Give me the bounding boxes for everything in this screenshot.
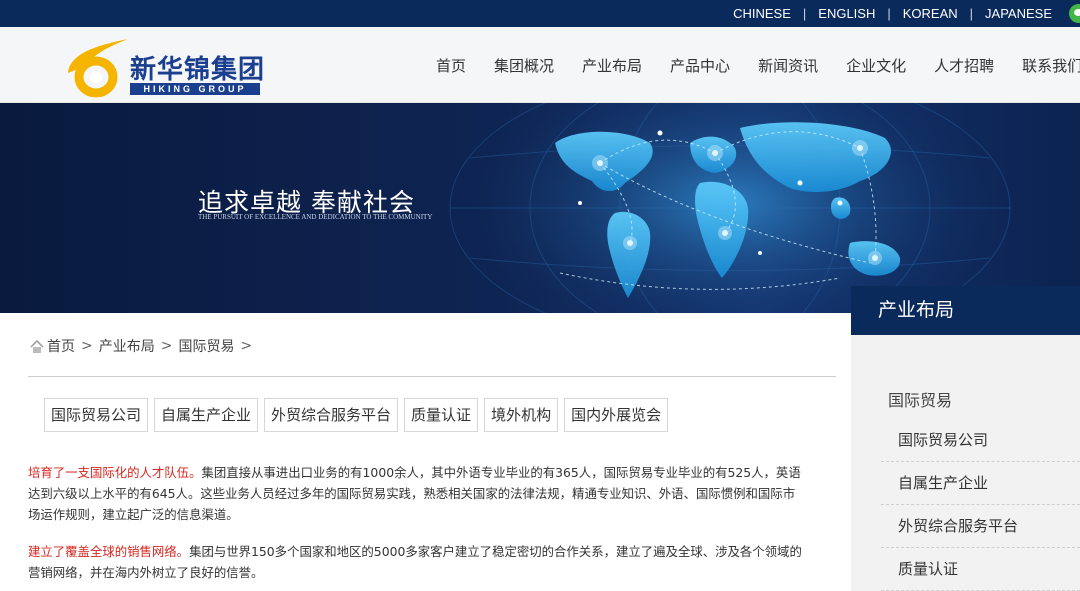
logo-mark-icon [68,39,128,98]
banner-slogan-sub: THE PURSUIT OF EXCELLENCE AND DEDICATION… [198,213,433,221]
lang-korean[interactable]: KOREAN [903,6,958,21]
breadcrumb: 首页 > 产业布局 > 国际贸易 > [30,336,258,356]
hero-banner: 追求卓越 奉献社会 THE PURSUIT OF EXCELLENCE AND … [0,103,1080,313]
sidebar-link-quality[interactable]: 质量认证 [881,548,1080,591]
sidebar-title: 产业布局 [851,286,1080,335]
breadcrumb-separator: > [240,338,253,354]
tab-trade-company[interactable]: 国际贸易公司 [44,398,149,432]
wechat-icon[interactable] [1069,4,1080,23]
world-map-illustration [440,103,1020,313]
language-switcher: CHINESE | ENGLISH | KOREAN | JAPANESE [733,6,1052,21]
site-header: 新华锦集团 HIKING GROUP 首页 集团概况 产业布局 产品中心 新闻资… [0,27,1080,103]
nav-news[interactable]: 新闻资讯 [758,55,818,76]
nav-overview[interactable]: 集团概况 [494,55,554,76]
brand-name-en: HIKING GROUP [130,83,260,95]
breadcrumb-separator: > [81,338,93,354]
logo[interactable]: 新华锦集团 HIKING GROUP [58,35,268,99]
content-paragraph-talent: 培育了一支国际化的人才队伍。集团直接从事进出口业务的有1000余人，其中外语专业… [28,462,838,525]
breadcrumb-home[interactable]: 首页 [47,336,75,356]
sidebar: 产业布局 国际贸易 国际贸易公司 自属生产企业 外贸综合服务平台 质量认证 [851,286,1080,591]
main-nav: 首页 集团概况 产业布局 产品中心 新闻资讯 企业文化 人才招聘 联系我们 [436,27,1080,103]
lang-chinese[interactable]: CHINESE [733,6,791,21]
highlight-talent: 培育了一支国际化的人才队伍。 [28,465,202,480]
nav-home[interactable]: 首页 [436,55,466,76]
breadcrumb-trade[interactable]: 国际贸易 [178,336,234,356]
paragraph-text: 营销网络，并在海内外树立了良好的信誉。 [28,565,264,580]
paragraph-text: 集团与世界150多个国家和地区的5000多家客户建立了稳定密切的合作关系，建立了… [189,544,802,559]
tab-quality[interactable]: 质量认证 [404,398,479,432]
nav-industry[interactable]: 产业布局 [582,55,642,76]
sidebar-link-service-platform[interactable]: 外贸综合服务平台 [881,505,1080,548]
paragraph-text: 集团直接从事进出口业务的有1000余人，其中外语专业毕业的有365人，国际贸易专… [201,465,801,480]
lang-japanese[interactable]: JAPANESE [985,6,1052,21]
tab-service-platform[interactable]: 外贸综合服务平台 [264,398,399,432]
paragraph-text: 达到六级以上水平的有645人。这些业务人员经过多年的国际贸易实践，熟悉相关国家的… [28,486,796,501]
language-bar: CHINESE | ENGLISH | KOREAN | JAPANESE [0,0,1080,27]
page: { "languages": ["CHINESE", "ENGLISH", "K… [0,0,1080,591]
sidebar-link-own-factories[interactable]: 自属生产企业 [881,462,1080,505]
nav-careers[interactable]: 人才招聘 [934,55,994,76]
brand-name-cn: 新华锦集团 [130,55,266,85]
highlight-network: 建立了覆盖全球的销售网络。 [28,544,190,559]
nav-contact[interactable]: 联系我们 [1022,55,1080,76]
sub-tabs: 国际贸易公司 自属生产企业 外贸综合服务平台 质量认证 境外机构 国内外展览会 [44,398,674,432]
tab-own-factories[interactable]: 自属生产企业 [154,398,259,432]
sidebar-subtitle[interactable]: 国际贸易 [888,387,952,411]
tab-overseas[interactable]: 境外机构 [484,398,559,432]
breadcrumb-industry[interactable]: 产业布局 [99,336,155,356]
sidebar-link-trade-company[interactable]: 国际贸易公司 [881,419,1080,462]
content-paragraph-network: 建立了覆盖全球的销售网络。集团与世界150多个国家和地区的5000多家客户建立了… [28,541,838,583]
paragraph-text: 场运作规则，建立起广泛的信息渠道。 [28,507,239,522]
nav-culture[interactable]: 企业文化 [846,55,906,76]
divider [28,376,836,377]
home-icon [30,339,44,353]
tab-exhibitions[interactable]: 国内外展览会 [564,398,669,432]
breadcrumb-separator: > [160,338,173,354]
nav-products[interactable]: 产品中心 [670,55,730,76]
lang-english[interactable]: ENGLISH [818,6,875,21]
